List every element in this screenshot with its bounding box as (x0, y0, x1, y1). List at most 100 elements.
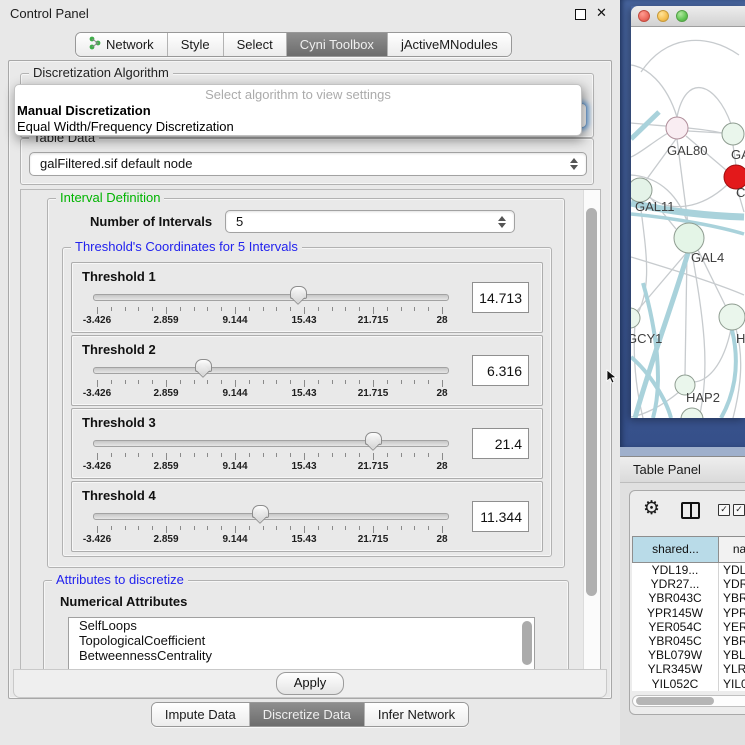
tab-select[interactable]: Select (223, 33, 286, 56)
network-canvas[interactable]: GAL80GACGAL11GAL4GCY1HHAP2 (631, 27, 745, 418)
threshold-value-field[interactable]: 21.4 (472, 428, 529, 459)
slider-tick (263, 453, 264, 457)
tab-label: Select (237, 37, 273, 52)
close-panel-button[interactable]: ✕ (596, 5, 607, 21)
tab-cyni-toolbox[interactable]: Cyni Toolbox (286, 33, 387, 56)
table-row[interactable]: YPR145WYPR1 (632, 606, 745, 620)
table-row[interactable]: YBR043CYBR0 (632, 591, 745, 605)
network-view-window[interactable]: GAL80GACGAL11GAL4GCY1HHAP2 (631, 6, 745, 418)
table-row[interactable]: YBL079WYBL0 (632, 648, 745, 662)
slider-tick (414, 380, 415, 384)
apply-button[interactable]: Apply (276, 672, 344, 695)
algorithm-options: Manual DiscretizationEqual Width/Frequen… (15, 103, 581, 135)
table-row[interactable]: YLR345WYLR3 (632, 662, 745, 676)
slider-thumb[interactable] (290, 286, 307, 299)
slider-tick-label: 28 (420, 534, 464, 545)
slider-track[interactable] (93, 513, 449, 520)
tab-network[interactable]: Network (76, 33, 167, 56)
slider-tick (304, 307, 305, 314)
settings-vertical-scrollbar[interactable] (583, 190, 600, 670)
screenshot-root: { "window": {"title": "Control Panel", "… (0, 0, 745, 745)
network-node[interactable] (722, 123, 744, 145)
network-node[interactable] (719, 304, 745, 330)
table-body: YDL19...YDL1YDR27...YDR2YBR043CYBR0YPR14… (632, 563, 745, 691)
threshold-label: Threshold 4 (72, 482, 542, 503)
threshold-value-field[interactable]: 14.713 (472, 282, 529, 313)
slider-tick (207, 453, 208, 457)
slider-thumb[interactable] (195, 359, 212, 372)
column-header-name[interactable]: na (719, 537, 745, 562)
cyni-toolbox-content: Discretization Algorithm Select algorith… (8, 60, 612, 699)
slider-thumb[interactable] (365, 432, 382, 445)
tab-impute-data[interactable]: Impute Data (152, 703, 249, 726)
column-layout-icon[interactable] (681, 502, 700, 519)
slider-track[interactable] (93, 294, 449, 301)
column-header-shared-name[interactable]: shared... (632, 537, 719, 562)
network-node[interactable] (681, 408, 703, 418)
network-node[interactable] (666, 117, 688, 139)
float-window-button[interactable] (575, 9, 586, 20)
table-row[interactable]: YIL052CYIL0 (632, 677, 745, 691)
slider-tick (166, 307, 167, 314)
zoom-window-icon[interactable] (676, 10, 688, 22)
slider-tick (138, 380, 139, 384)
slider-tick (373, 453, 374, 460)
scrollbar-thumb[interactable] (586, 208, 597, 596)
network-graph: GAL80GACGAL11GAL4GCY1HHAP2 (631, 27, 745, 418)
network-node[interactable] (674, 223, 704, 253)
table-row[interactable]: YDR27...YDR2 (632, 577, 745, 591)
threshold-label: Threshold 2 (72, 336, 542, 357)
slider-tick (138, 526, 139, 530)
attribute-list-item[interactable]: BetweennessCentrality (69, 648, 534, 663)
algorithm-option[interactable]: Manual Discretization (15, 103, 581, 119)
slider-tick-label: 21.715 (351, 461, 395, 472)
list-scrollbar-thumb[interactable] (522, 621, 532, 665)
slider-tick (387, 453, 388, 457)
number-of-intervals-combobox[interactable]: 5 (225, 210, 515, 233)
tab-jactivemnodules[interactable]: jActiveMNodules (387, 33, 511, 56)
attribute-list-item[interactable]: TopologicalCoefficient (69, 633, 534, 648)
slider-tick (332, 453, 333, 457)
table-horizontal-scrollbar[interactable] (632, 695, 745, 707)
slider-tick (97, 380, 98, 387)
table-data-value: galFiltered.sif default node (40, 156, 192, 171)
tab-infer-network[interactable]: Infer Network (364, 703, 468, 726)
checkbox-icon[interactable]: ✓ (733, 504, 745, 516)
attribute-list-item[interactable]: SelfLoops (69, 618, 534, 633)
tab-discretize-data[interactable]: Discretize Data (249, 703, 364, 726)
slider-tick-label: 28 (420, 315, 464, 326)
hscrollbar-thumb[interactable] (636, 697, 714, 705)
slider-tick (332, 307, 333, 311)
tab-label: Infer Network (378, 707, 455, 722)
checkbox-icon[interactable]: ✓ (718, 504, 730, 516)
cell-shared-name: YIL052C (632, 677, 719, 691)
cell-name: YDL1 (719, 563, 745, 577)
network-node-label: GA (731, 147, 745, 162)
algorithm-option[interactable]: Equal Width/Frequency Discretization (15, 119, 581, 135)
algorithm-placeholder-option[interactable]: Select algorithm to view settings (15, 85, 581, 103)
table-row[interactable]: YDL19...YDL1 (632, 563, 745, 577)
threshold-panels: Threshold 1-3.4262.8599.14415.4321.71528… (71, 262, 543, 554)
close-window-icon[interactable] (638, 10, 650, 22)
slider-tick (166, 453, 167, 460)
table-row[interactable]: YER054CYER0 (632, 620, 745, 634)
network-edge (633, 202, 647, 322)
cell-shared-name: YBR043C (632, 591, 719, 605)
slider-tick (428, 453, 429, 457)
tab-style[interactable]: Style (167, 33, 223, 56)
network-window-titlebar[interactable] (631, 6, 745, 27)
numerical-attributes-list[interactable]: SelfLoopsTopologicalCoefficientBetweenne… (68, 617, 535, 671)
panel-title: Control Panel (10, 6, 89, 21)
table-data-combobox[interactable]: galFiltered.sif default node (29, 152, 587, 176)
table-row[interactable]: YBR045CYBR0 (632, 634, 745, 648)
slider-track[interactable] (93, 440, 449, 447)
slider-thumb[interactable] (252, 505, 269, 518)
slider-tick (263, 526, 264, 530)
threshold-value-field[interactable]: 6.316 (472, 355, 529, 386)
gear-icon[interactable]: ⚙ (643, 499, 660, 518)
minimize-window-icon[interactable] (657, 10, 669, 22)
slider-track[interactable] (93, 367, 449, 374)
thresholds-group: Threshold's Coordinates for 5 Intervals … (62, 247, 552, 557)
threshold-value-field[interactable]: 11.344 (472, 501, 529, 532)
slider-tick-label: 21.715 (351, 534, 395, 545)
